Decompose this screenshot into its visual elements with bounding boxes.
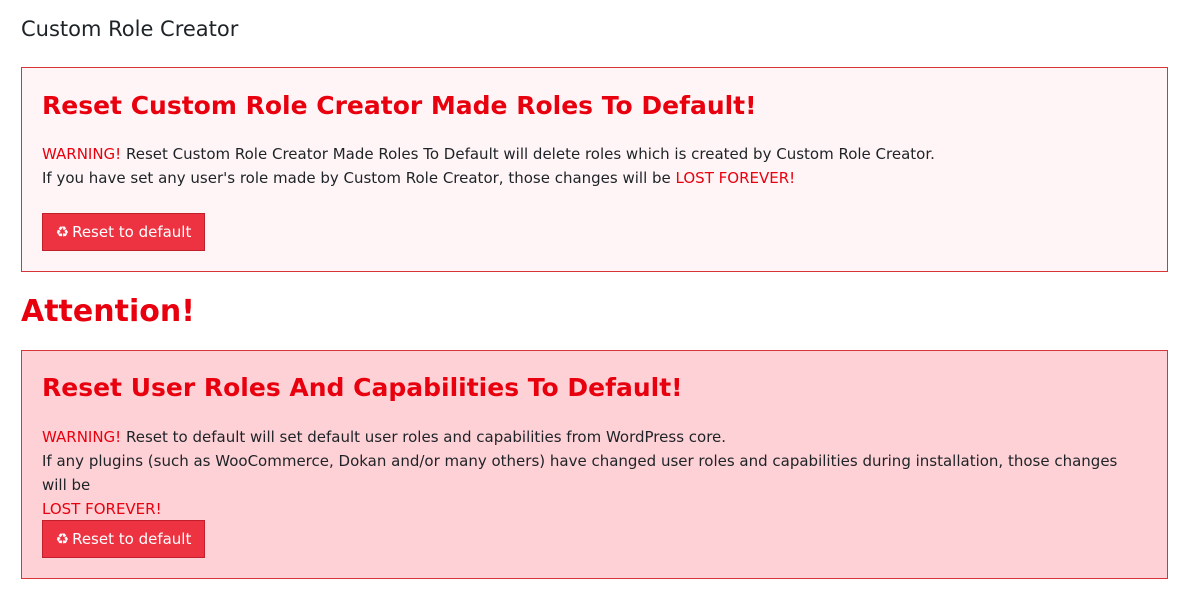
page-title: Custom Role Creator	[21, 17, 239, 41]
attention-heading: Attention!	[21, 294, 195, 329]
reset-core-roles-description: WARNING! Reset to default will set defau…	[42, 425, 1142, 521]
reset-core-roles-heading: Reset User Roles And Capabilities To Def…	[42, 373, 683, 402]
lost-forever-label: LOST FOREVER!	[42, 500, 162, 518]
warning-text: Reset Custom Role Creator Made Roles To …	[121, 145, 935, 163]
page: Custom Role Creator Reset Custom Role Cr…	[0, 0, 1189, 593]
reset-crc-roles-heading: Reset Custom Role Creator Made Roles To …	[42, 91, 757, 120]
consequence-text: If you have set any user's role made by …	[42, 169, 676, 187]
recycle-icon: ♻	[55, 530, 70, 548]
reset-button-label: Reset to default	[72, 530, 192, 548]
reset-core-roles-panel: Reset User Roles And Capabilities To Def…	[21, 350, 1168, 579]
warning-label: WARNING!	[42, 428, 122, 446]
reset-crc-roles-panel: Reset Custom Role Creator Made Roles To …	[21, 67, 1168, 272]
reset-core-roles-button[interactable]: ♻ Reset to default	[42, 520, 205, 558]
reset-crc-roles-button[interactable]: ♻ Reset to default	[42, 213, 205, 251]
recycle-icon: ♻	[55, 223, 70, 241]
reset-crc-roles-description: WARNING! Reset Custom Role Creator Made …	[42, 142, 1142, 190]
consequence-text: If any plugins (such as WooCommerce, Dok…	[42, 452, 1118, 494]
lost-forever-label: LOST FOREVER!	[675, 169, 796, 187]
warning-label: WARNING!	[42, 145, 122, 163]
reset-button-label: Reset to default	[72, 223, 192, 241]
warning-text: Reset to default will set default user r…	[121, 428, 727, 446]
